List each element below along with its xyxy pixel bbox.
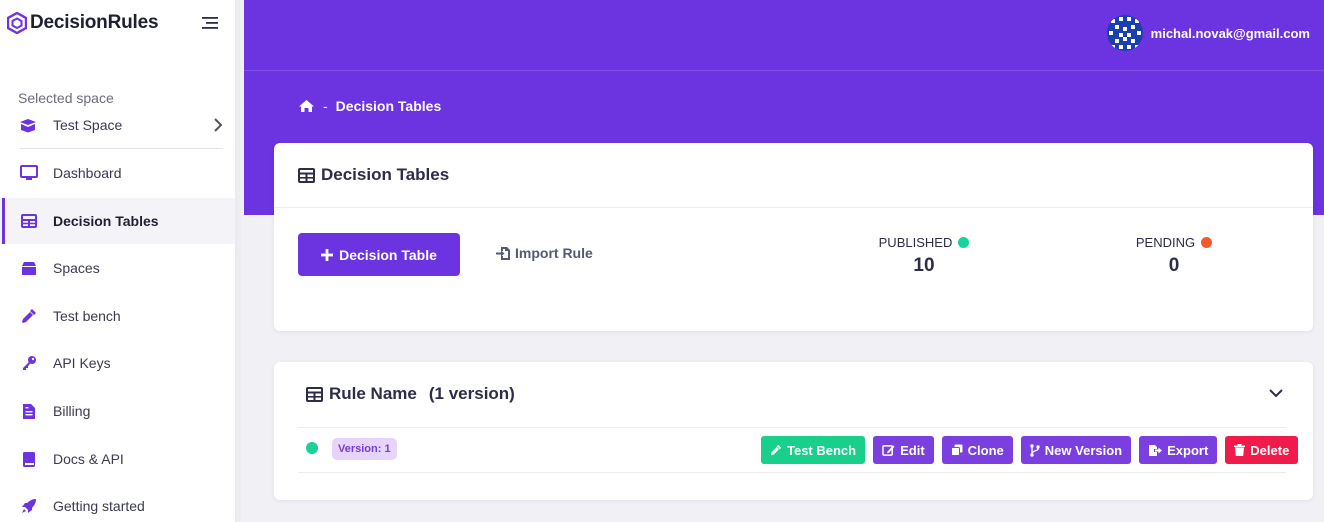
- edit-icon: [882, 445, 895, 456]
- version-badge[interactable]: Version: 1: [332, 438, 397, 460]
- menu-toggle-icon[interactable]: [200, 15, 220, 31]
- sidebar-item-label: Test bench: [53, 308, 121, 324]
- avatar: [1106, 15, 1143, 51]
- eyedropper-icon: [20, 307, 38, 325]
- sidebar-item-billing[interactable]: Billing: [0, 388, 235, 434]
- book-icon: [20, 450, 38, 468]
- brand[interactable]: DecisionRules: [7, 12, 159, 34]
- sidebar-item-getting-started[interactable]: Getting started: [0, 483, 235, 522]
- space-caption: Selected space: [18, 90, 114, 106]
- new-version-label: New Version: [1044, 442, 1123, 458]
- header-divider: [244, 70, 1324, 71]
- brand-name: DecisionRules: [30, 12, 159, 33]
- home-icon[interactable]: [298, 99, 315, 113]
- rule-card: Rule Name (1 version) Version: 1 Test Be…: [274, 362, 1313, 500]
- table-icon: [298, 167, 315, 183]
- new-version-button[interactable]: New Version: [1020, 436, 1132, 464]
- pending-count: 0: [1168, 255, 1180, 276]
- chevron-right-icon: [214, 118, 223, 132]
- code-branch-icon: [1030, 443, 1040, 457]
- sidebar-divider: [20, 148, 223, 149]
- add-decision-table-button[interactable]: Decision Table: [298, 233, 460, 276]
- sidebar: DecisionRules Selected space Test Space …: [0, 0, 235, 522]
- table-icon: [306, 386, 323, 402]
- sidebar-item-label: Billing: [53, 403, 91, 419]
- table-icon: [20, 212, 38, 230]
- sidebar-item-label: API Keys: [53, 355, 111, 371]
- box-icon: [20, 259, 38, 277]
- add-decision-table-label: Decision Table: [339, 246, 437, 263]
- export-icon: [1149, 444, 1163, 456]
- published-label: PUBLISHED: [878, 235, 953, 250]
- space-name: Test Space: [53, 117, 123, 133]
- edit-label: Edit: [900, 442, 925, 458]
- rule-version-count: (1 version): [428, 384, 515, 403]
- sidebar-item-label: Docs & API: [53, 451, 124, 467]
- clone-icon: [950, 444, 963, 456]
- box-open-icon: [18, 117, 38, 133]
- rule-status-dot: [306, 442, 318, 454]
- sidebar-item-label: Spaces: [53, 260, 100, 276]
- sidebar-item-spaces[interactable]: Spaces: [0, 245, 235, 291]
- brand-logo-icon: [7, 12, 27, 34]
- rule-actions: Test Bench Edit Clone New Version Export…: [761, 436, 1299, 464]
- delete-label: Delete: [1250, 442, 1290, 458]
- rule-name: Rule Name: [329, 384, 417, 403]
- clone-button[interactable]: Clone: [941, 436, 1013, 464]
- published-count: 10: [913, 255, 935, 276]
- breadcrumb: - Decision Tables: [298, 98, 441, 114]
- trash-icon: [1234, 444, 1246, 456]
- file-import-icon: [496, 246, 510, 260]
- eyedropper-icon: [770, 444, 782, 456]
- sidebar-item-label: Decision Tables: [53, 213, 159, 229]
- import-rule-button[interactable]: Import Rule: [496, 245, 593, 261]
- pending-label: PENDING: [1135, 235, 1196, 250]
- divider: [298, 472, 1286, 473]
- sidebar-item-label: Getting started: [53, 498, 145, 514]
- pending-status-dot: [1201, 237, 1213, 248]
- import-rule-label: Import Rule: [515, 245, 593, 261]
- published-status-dot: [958, 237, 970, 248]
- published-stat: PUBLISHED 10: [864, 235, 984, 277]
- test-bench-button[interactable]: Test Bench: [761, 436, 866, 464]
- breadcrumb-separator: -: [323, 98, 328, 114]
- delete-button[interactable]: Delete: [1225, 436, 1299, 464]
- space-selector[interactable]: Test Space: [18, 113, 224, 137]
- sidebar-item-label: Dashboard: [53, 165, 122, 181]
- pending-stat: PENDING 0: [1124, 235, 1224, 277]
- decision-tables-summary-card: Decision Tables Decision Table Import Ru…: [274, 143, 1313, 331]
- edit-button[interactable]: Edit: [873, 436, 934, 464]
- sidebar-item-decision-tables[interactable]: Decision Tables: [0, 198, 235, 244]
- sidebar-edge: [235, 0, 244, 522]
- sidebar-item-dashboard[interactable]: Dashboard: [0, 150, 235, 196]
- breadcrumb-current: Decision Tables: [335, 98, 442, 114]
- export-label: Export: [1167, 442, 1209, 458]
- export-button[interactable]: Export: [1139, 436, 1218, 464]
- key-icon: [20, 354, 38, 372]
- chevron-down-icon[interactable]: [1269, 386, 1283, 400]
- page-title: Decision Tables: [321, 165, 450, 184]
- user-menu[interactable]: michal.novak@gmail.com: [1106, 15, 1310, 51]
- test-bench-label: Test Bench: [787, 442, 857, 458]
- sidebar-item-docs-api[interactable]: Docs & API: [0, 436, 235, 482]
- file-invoice-icon: [20, 402, 38, 420]
- clone-label: Clone: [967, 442, 1004, 458]
- rocket-icon: [20, 497, 38, 515]
- rule-card-header[interactable]: Rule Name (1 version): [306, 384, 515, 404]
- card-header: Decision Tables: [274, 143, 1313, 208]
- plus-icon: [321, 248, 334, 261]
- sidebar-item-test-bench[interactable]: Test bench: [0, 293, 235, 339]
- divider: [298, 427, 1286, 428]
- user-email: michal.novak@gmail.com: [1150, 25, 1310, 41]
- sidebar-item-api-keys[interactable]: API Keys: [0, 340, 235, 386]
- monitor-icon: [20, 164, 38, 182]
